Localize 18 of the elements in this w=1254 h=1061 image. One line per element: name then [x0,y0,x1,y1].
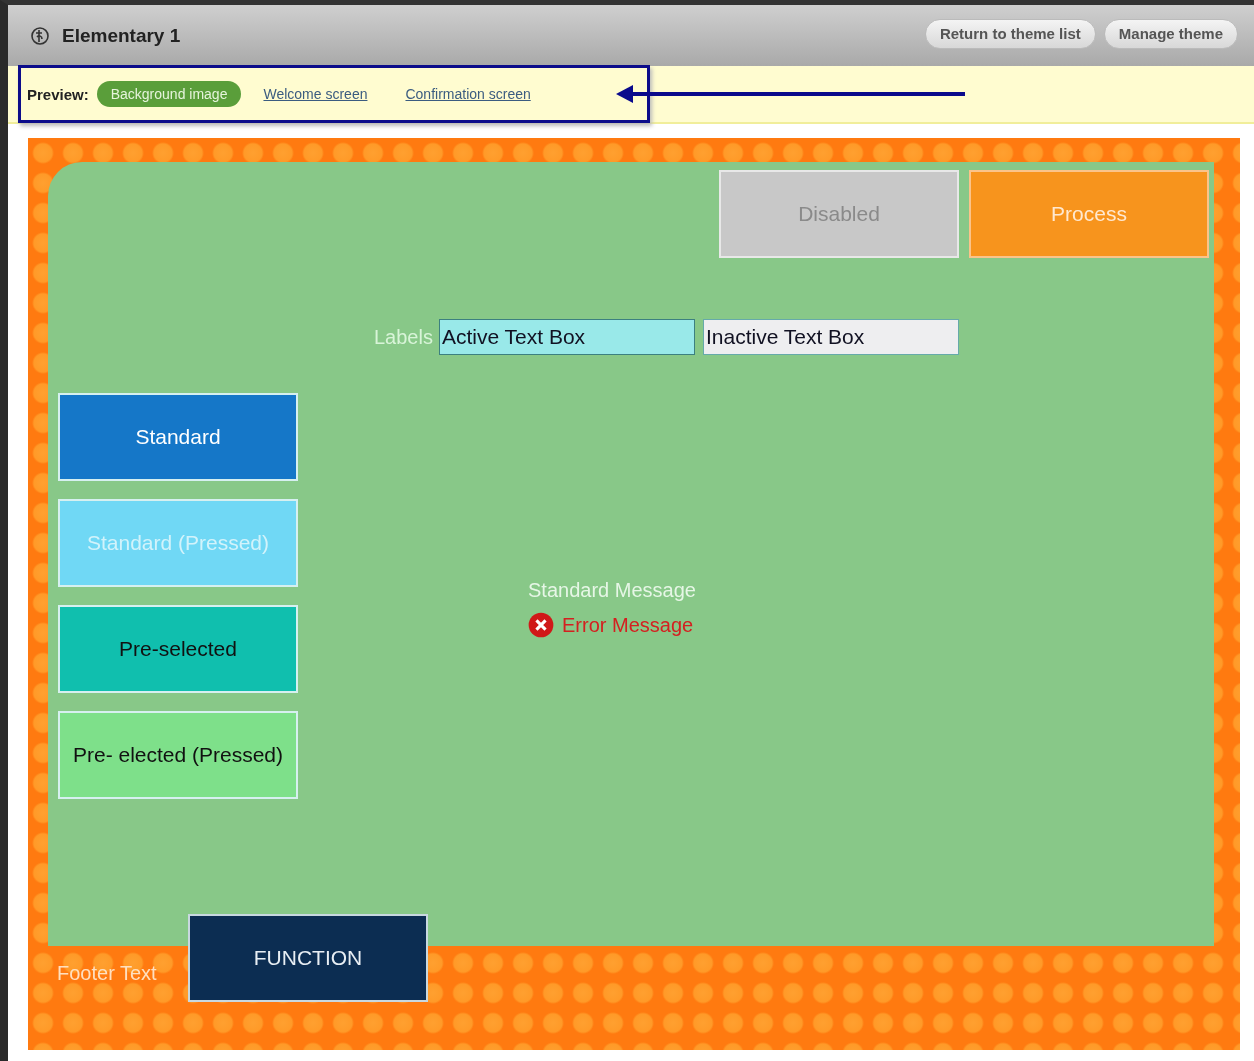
error-message: Error Message [562,613,694,637]
window-title: Elementary 1 [62,24,181,47]
text-field[interactable]: Active Text Box [438,319,695,355]
theme-button[interactable]: Pre- elected (Pressed) [58,711,298,799]
footer-text: Footer Text [57,961,158,985]
function-button[interactable]: FUNCTION [188,914,428,1002]
header-button[interactable]: Manage theme [1103,18,1238,49]
theme-button[interactable]: Pre-selected [58,605,298,693]
theme-button[interactable]: Standard [58,393,298,481]
standard-message: Standard Message [528,579,696,602]
preview-label: Preview: [27,85,89,103]
field-label: Labels [374,325,433,349]
preview-tab[interactable]: Confirmation screen [405,82,531,106]
app-logo-icon [30,25,50,46]
text-field[interactable]: Inactive Text Box [702,319,959,355]
preview-tab[interactable]: Welcome screen [263,82,368,106]
error-icon [528,612,554,638]
header-button[interactable]: Return to theme list [924,18,1096,49]
